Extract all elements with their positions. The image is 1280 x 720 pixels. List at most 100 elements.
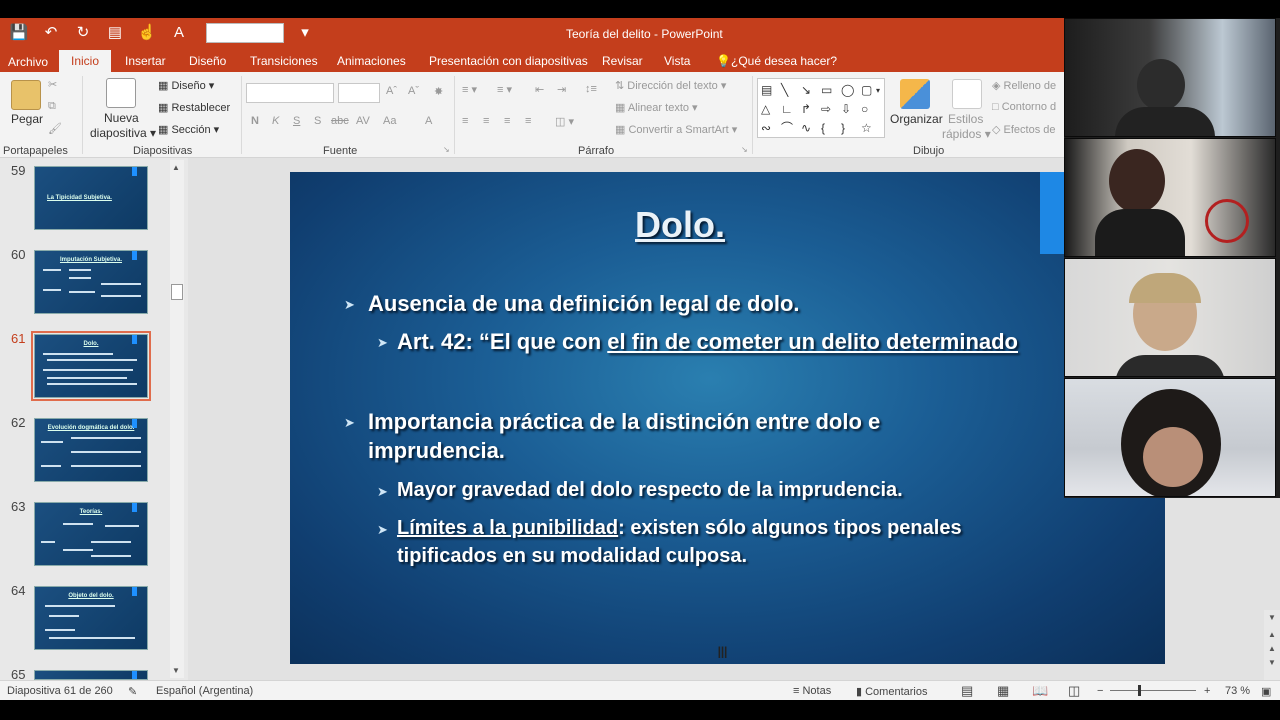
format-painter-icon[interactable]: 🖌 [48,122,62,135]
tab-inicio[interactable]: Inicio [59,50,112,72]
layout-button[interactable]: ▦ Diseño ▾ [158,79,214,92]
tab-diseno[interactable]: Diseño [189,54,226,68]
thumbnail-scrollbar[interactable]: ▲ ▼ [170,160,184,678]
line-shape-icon[interactable]: ╲ [781,81,800,100]
slide-title[interactable]: Dolo. [290,204,1070,246]
columns-icon[interactable]: ◫ ▾ [555,115,574,128]
reset-button[interactable]: ▦ Restablecer [158,101,230,114]
quick-styles-button[interactable]: Estilos [948,112,983,126]
new-slide-button[interactable]: Nueva [104,111,139,125]
align-text-button[interactable]: ▦ Alinear texto ▾ [615,101,698,114]
change-case-button[interactable]: Aa [383,115,396,127]
fit-to-window-icon[interactable]: ▣ [1261,685,1271,698]
tab-animaciones[interactable]: Animaciones [337,54,406,68]
scroll-down-arrow-icon[interactable]: ▼ [1268,613,1276,622]
participant-video-4[interactable] [1064,378,1276,497]
customize-qat-icon[interactable]: ▾ [294,22,316,44]
font-dialog-launcher-icon[interactable]: ↘ [443,145,450,154]
italic-button[interactable]: K [272,115,279,127]
paste-icon[interactable] [11,80,41,110]
arrange-button[interactable]: Organizar [890,112,943,126]
quick-styles-button-line2[interactable]: rápidos ▾ [942,127,991,141]
tab-insertar[interactable]: Insertar [125,54,166,68]
font-size-input[interactable] [338,83,380,103]
paste-button[interactable]: Pegar [11,112,43,126]
arrow-line-shape-icon[interactable]: ↘ [801,81,820,100]
bullet-level2[interactable]: Mayor gravedad del dolo respecto de la i… [397,479,903,502]
curve-shape-icon[interactable]: ∾ [761,119,780,138]
bullet-level2[interactable]: Art. 42: “El que con el fin de cometer u… [397,329,1018,355]
elbow-shape-icon[interactable]: ↱ [801,100,820,119]
scrollbar-thumb[interactable] [171,284,183,300]
reading-view-icon[interactable]: 📖 [1032,683,1048,699]
paragraph-dialog-launcher-icon[interactable]: ↘ [741,145,748,154]
arc-shape-icon[interactable]: ⌒ [781,119,800,138]
slide-sorter-icon[interactable]: ▦ [997,683,1009,699]
undo-icon[interactable]: ↶ [40,22,62,44]
new-slide-icon[interactable] [106,78,136,108]
bullet-level1[interactable]: Importancia práctica de la distinción en… [368,409,880,435]
previous-slide-icon[interactable]: ▲ [1268,644,1276,653]
shape-fill-button[interactable]: ◈ Relleno de [992,79,1056,92]
tab-transiciones[interactable]: Transiciones [250,54,318,68]
bullet-level1-continued[interactable]: imprudencia. [368,438,505,464]
redo-icon[interactable]: ↻ [72,22,94,44]
quick-font-box[interactable] [206,23,284,43]
align-right-icon[interactable]: ≡ [504,115,510,127]
font-color-button[interactable]: A [425,115,432,127]
slide-thumbnail-59[interactable]: La Tipicidad Subjetiva. [34,166,148,230]
scroll-down-arrow-icon[interactable]: ▼ [172,666,180,675]
shape-outline-button[interactable]: □ Contorno d [992,101,1056,113]
language-indicator[interactable]: Español (Argentina) [156,685,253,697]
participant-video-2[interactable] [1064,138,1276,257]
tab-presentacion[interactable]: Presentación con diapositivas [429,54,588,68]
grow-font-icon[interactable]: Aˆ [386,85,397,97]
font-name-input[interactable] [246,83,334,103]
canvas-scrollbar[interactable]: ▼ ▲ ▲ ▼ [1264,610,1280,680]
decrease-indent-icon[interactable]: ⇤ [535,83,544,96]
zoom-out-icon[interactable]: − [1097,685,1103,697]
next-slide-icon[interactable]: ▼ [1268,658,1276,667]
numbering-icon[interactable]: ≡ ▾ [497,83,512,96]
char-spacing-button[interactable]: AV [356,115,370,127]
tab-revisar[interactable]: Revisar [602,54,643,68]
bullet-level2-continued[interactable]: tipificados en su modalidad culposa. [397,545,747,568]
font-color-icon[interactable]: A [168,22,190,44]
star-shape-icon[interactable]: ☆ [861,119,880,138]
normal-view-icon[interactable]: ▤ [961,683,973,699]
line-spacing-icon[interactable]: ↕≡ [585,83,597,95]
align-left-icon[interactable]: ≡ [462,115,468,127]
right-arrow-shape-icon[interactable]: ⇨ [821,100,840,119]
current-slide[interactable]: Dolo. ➤ Ausencia de una definición legal… [290,172,1165,664]
flowchart-shape-icon[interactable]: ○ [861,100,880,119]
clear-format-icon[interactable]: ✸ [434,85,443,98]
align-center-icon[interactable]: ≡ [483,115,489,127]
left-brace-shape-icon[interactable]: { [821,119,840,138]
shadow-button[interactable]: S [314,115,321,127]
justify-icon[interactable]: ≡ [525,115,531,127]
strikethrough-button[interactable]: abc [331,115,349,127]
participant-video-3[interactable] [1064,258,1276,377]
convert-smartart-button[interactable]: ▦ Convertir a SmartArt ▾ [615,123,737,136]
zoom-slider-knob[interactable] [1138,685,1141,696]
cut-icon[interactable]: ✂ [48,78,57,91]
participant-video-1[interactable] [1064,18,1276,137]
shapes-gallery[interactable]: ▤ ╲ ↘ ▭ ◯ ▢ △ ∟ ↱ ⇨ ⇩ ○ ∾ ⌒ ∿ { } ☆ [757,78,885,138]
spellcheck-icon[interactable]: ✎ [128,685,137,698]
scroll-up-arrow-icon[interactable]: ▲ [1268,630,1276,639]
tell-me-search[interactable]: ¿Qué desea hacer? [731,54,837,68]
notes-button[interactable]: ≡ Notas [793,685,831,697]
zoom-in-icon[interactable]: + [1204,685,1210,697]
textbox-shape-icon[interactable]: ▤ [761,81,780,100]
shapes-more-icon[interactable]: ▾ [876,86,880,95]
right-brace-shape-icon[interactable]: } [841,119,860,138]
new-slide-button-line2[interactable]: diapositiva ▾ [90,126,156,140]
touch-mode-icon[interactable]: ☝ [136,22,158,44]
shape-effects-button[interactable]: ◇ Efectos de [992,123,1056,136]
slide-thumbnail-60[interactable]: Imputación Subjetiva. [34,250,148,314]
comments-button[interactable]: ▮ Comentarios [856,685,927,698]
tab-vista[interactable]: Vista [664,54,690,68]
underline-button[interactable]: S [293,115,300,127]
down-arrow-shape-icon[interactable]: ⇩ [841,100,860,119]
quick-styles-icon[interactable] [952,79,982,109]
